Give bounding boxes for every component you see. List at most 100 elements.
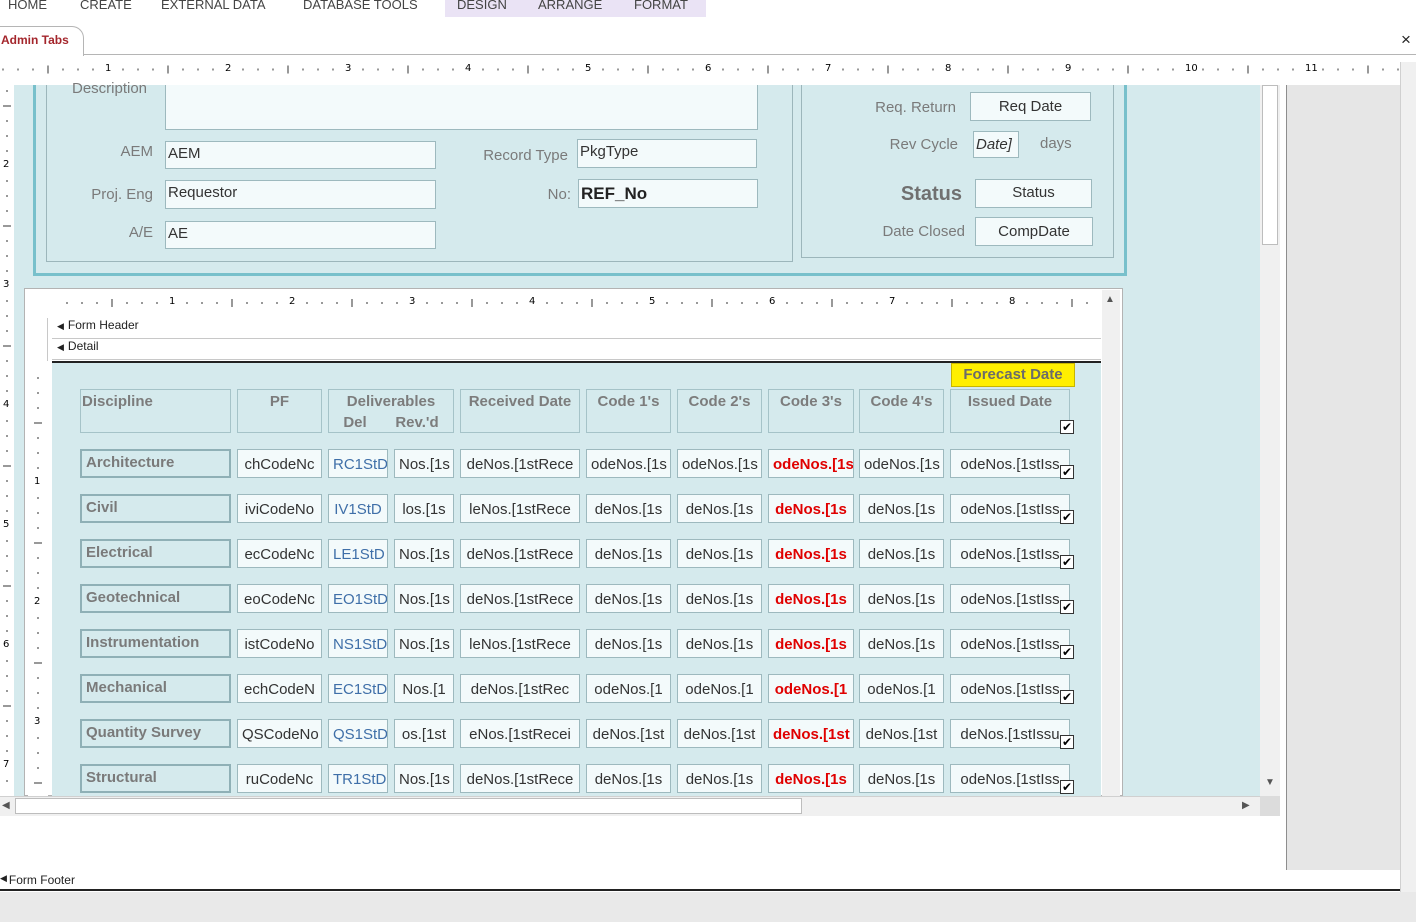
code1-field[interactable]: deNos.[1s bbox=[586, 764, 671, 793]
issued-date-field[interactable]: odeNos.[1stIss bbox=[950, 674, 1070, 703]
discipline-field[interactable]: Electrical bbox=[80, 539, 231, 568]
pf-field[interactable]: istCodeNo bbox=[237, 629, 322, 658]
discipline-field[interactable]: Geotechnical bbox=[80, 584, 231, 613]
ae-field[interactable]: AE bbox=[165, 221, 436, 249]
pf-field[interactable]: echCodeN bbox=[237, 674, 322, 703]
subform-vertical-scrollbar[interactable]: ▲ bbox=[1102, 290, 1120, 796]
comp-date-field[interactable]: CompDate bbox=[975, 217, 1093, 246]
code1-field[interactable]: deNos.[1s bbox=[586, 629, 671, 658]
ribbon-tab-external-data[interactable]: EXTERNAL DATA bbox=[161, 0, 266, 12]
code2-field[interactable]: deNos.[1s bbox=[677, 584, 762, 613]
pf-field[interactable]: QSCodeNo bbox=[237, 719, 322, 748]
forecast-checkbox[interactable]: ✔ bbox=[1060, 420, 1074, 434]
code4-field[interactable]: deNos.[1s bbox=[859, 539, 944, 568]
received-date-field[interactable]: deNos.[1stRece bbox=[460, 584, 580, 613]
code3-field[interactable]: odeNos.[1s bbox=[768, 449, 854, 478]
revd-field[interactable]: Nos.[1s bbox=[394, 584, 454, 613]
ribbon-tab-design[interactable]: DESIGN bbox=[457, 0, 507, 12]
code4-field[interactable]: odeNos.[1 bbox=[859, 674, 944, 703]
horizontal-scroll-thumb[interactable] bbox=[15, 798, 802, 814]
revd-field[interactable]: Nos.[1s bbox=[394, 764, 454, 793]
revd-field[interactable]: Nos.[1s bbox=[394, 629, 454, 658]
close-document-icon[interactable]: × bbox=[1398, 30, 1414, 50]
pf-field[interactable]: iviCodeNo bbox=[237, 494, 322, 523]
ribbon-tab-home[interactable]: HOME bbox=[8, 0, 47, 12]
revd-field[interactable]: Nos.[1s bbox=[394, 449, 454, 478]
issued-date-field[interactable]: odeNos.[1stIss bbox=[950, 584, 1070, 613]
pf-field[interactable]: chCodeNc bbox=[237, 449, 322, 478]
pf-field[interactable]: ecCodeNc bbox=[237, 539, 322, 568]
column-header-received-date[interactable]: Received Date bbox=[460, 389, 580, 433]
pf-field[interactable]: ruCodeNc bbox=[237, 764, 322, 793]
del-field[interactable]: QS1StDe bbox=[328, 719, 388, 748]
issued-checkbox[interactable]: ✔ bbox=[1060, 465, 1074, 479]
document-tab-admin-tabs[interactable]: Admin Tabs bbox=[0, 26, 84, 56]
code3-field[interactable]: deNos.[1s bbox=[768, 629, 854, 658]
revd-field[interactable]: Nos.[1s bbox=[394, 539, 454, 568]
code1-field[interactable]: odeNos.[1s bbox=[586, 449, 671, 478]
code1-field[interactable]: deNos.[1s bbox=[586, 539, 671, 568]
received-date-field[interactable]: deNos.[1stRece bbox=[460, 539, 580, 568]
ribbon-tab-database-tools[interactable]: DATABASE TOOLS bbox=[303, 0, 418, 12]
received-date-field[interactable]: deNos.[1stRece bbox=[460, 764, 580, 793]
discipline-field[interactable]: Structural bbox=[80, 764, 231, 793]
code1-field[interactable]: deNos.[1s bbox=[586, 494, 671, 523]
code1-field[interactable]: deNos.[1s bbox=[586, 584, 671, 613]
column-header-code2[interactable]: Code 2's bbox=[677, 389, 762, 433]
form-header-section-bar[interactable]: ◀ Form Header bbox=[52, 318, 1101, 339]
code2-field[interactable]: odeNos.[1s bbox=[677, 449, 762, 478]
issued-date-field[interactable]: odeNos.[1stIss bbox=[950, 539, 1070, 568]
column-header-issued-date[interactable]: Issued Date bbox=[950, 389, 1070, 433]
code2-field[interactable]: deNos.[1s bbox=[677, 494, 762, 523]
record-type-field[interactable]: PkgType bbox=[577, 139, 757, 168]
column-header-pf[interactable]: PF bbox=[237, 389, 322, 433]
code2-field[interactable]: deNos.[1s bbox=[677, 539, 762, 568]
scroll-left-icon[interactable]: ◀ bbox=[2, 800, 10, 811]
code1-field[interactable]: deNos.[1st bbox=[586, 719, 671, 748]
discipline-field[interactable]: Quantity Survey bbox=[80, 719, 231, 748]
received-date-field[interactable]: deNos.[1stRece bbox=[460, 449, 580, 478]
code4-field[interactable]: deNos.[1s bbox=[859, 494, 944, 523]
ribbon-tab-format[interactable]: FORMAT bbox=[634, 0, 688, 12]
req-date-field[interactable]: Req Date bbox=[970, 92, 1091, 121]
issued-checkbox[interactable]: ✔ bbox=[1060, 555, 1074, 569]
received-date-field[interactable]: leNos.[1stRece bbox=[460, 629, 580, 658]
revd-field[interactable]: os.[1st bbox=[394, 719, 454, 748]
code2-field[interactable]: deNos.[1st bbox=[677, 719, 762, 748]
del-field[interactable]: EO1StD bbox=[328, 584, 388, 613]
ribbon-tab-arrange[interactable]: ARRANGE bbox=[538, 0, 602, 12]
code4-field[interactable]: deNos.[1s bbox=[859, 584, 944, 613]
aem-field[interactable]: AEM bbox=[165, 141, 436, 169]
issued-date-field[interactable]: odeNos.[1stIss bbox=[950, 764, 1070, 793]
code4-field[interactable]: deNos.[1st bbox=[859, 719, 944, 748]
forecast-date-label[interactable]: Forecast Date bbox=[951, 363, 1075, 387]
issued-date-field[interactable]: odeNos.[1stIss bbox=[950, 629, 1070, 658]
column-header-code1[interactable]: Code 1's bbox=[586, 389, 671, 433]
del-field[interactable]: NS1StD bbox=[328, 629, 388, 658]
code3-field[interactable]: deNos.[1s bbox=[768, 539, 854, 568]
discipline-field[interactable]: Architecture bbox=[80, 449, 231, 478]
discipline-field[interactable]: Mechanical bbox=[80, 674, 231, 703]
detail-section-bar[interactable]: ◀ Detail bbox=[52, 339, 1101, 360]
proj-eng-field[interactable]: Requestor bbox=[165, 180, 436, 209]
discipline-field[interactable]: Instrumentation bbox=[80, 629, 231, 658]
column-header-deliverables[interactable]: Deliverables Del Rev.'d bbox=[328, 389, 454, 433]
del-field[interactable]: TR1StD bbox=[328, 764, 388, 793]
column-header-code3[interactable]: Code 3's bbox=[768, 389, 854, 433]
code3-field[interactable]: deNos.[1st bbox=[768, 719, 854, 748]
issued-checkbox[interactable]: ✔ bbox=[1060, 510, 1074, 524]
description-field[interactable] bbox=[165, 85, 758, 130]
issued-checkbox[interactable]: ✔ bbox=[1060, 600, 1074, 614]
rev-cycle-field[interactable]: Date] bbox=[973, 131, 1019, 158]
issued-date-field[interactable]: deNos.[1stIssu bbox=[950, 719, 1070, 748]
received-date-field[interactable]: eNos.[1stRecei bbox=[460, 719, 580, 748]
ribbon-tab-create[interactable]: CREATE bbox=[80, 0, 132, 12]
issued-checkbox[interactable]: ✔ bbox=[1060, 690, 1074, 704]
code4-field[interactable]: deNos.[1s bbox=[859, 629, 944, 658]
status-field[interactable]: Status bbox=[975, 179, 1092, 208]
received-date-field[interactable]: deNos.[1stRec bbox=[460, 674, 580, 703]
code3-field[interactable]: deNos.[1s bbox=[768, 584, 854, 613]
code2-field[interactable]: deNos.[1s bbox=[677, 629, 762, 658]
received-date-field[interactable]: leNos.[1stRece bbox=[460, 494, 580, 523]
vertical-scroll-thumb[interactable] bbox=[1262, 85, 1278, 245]
